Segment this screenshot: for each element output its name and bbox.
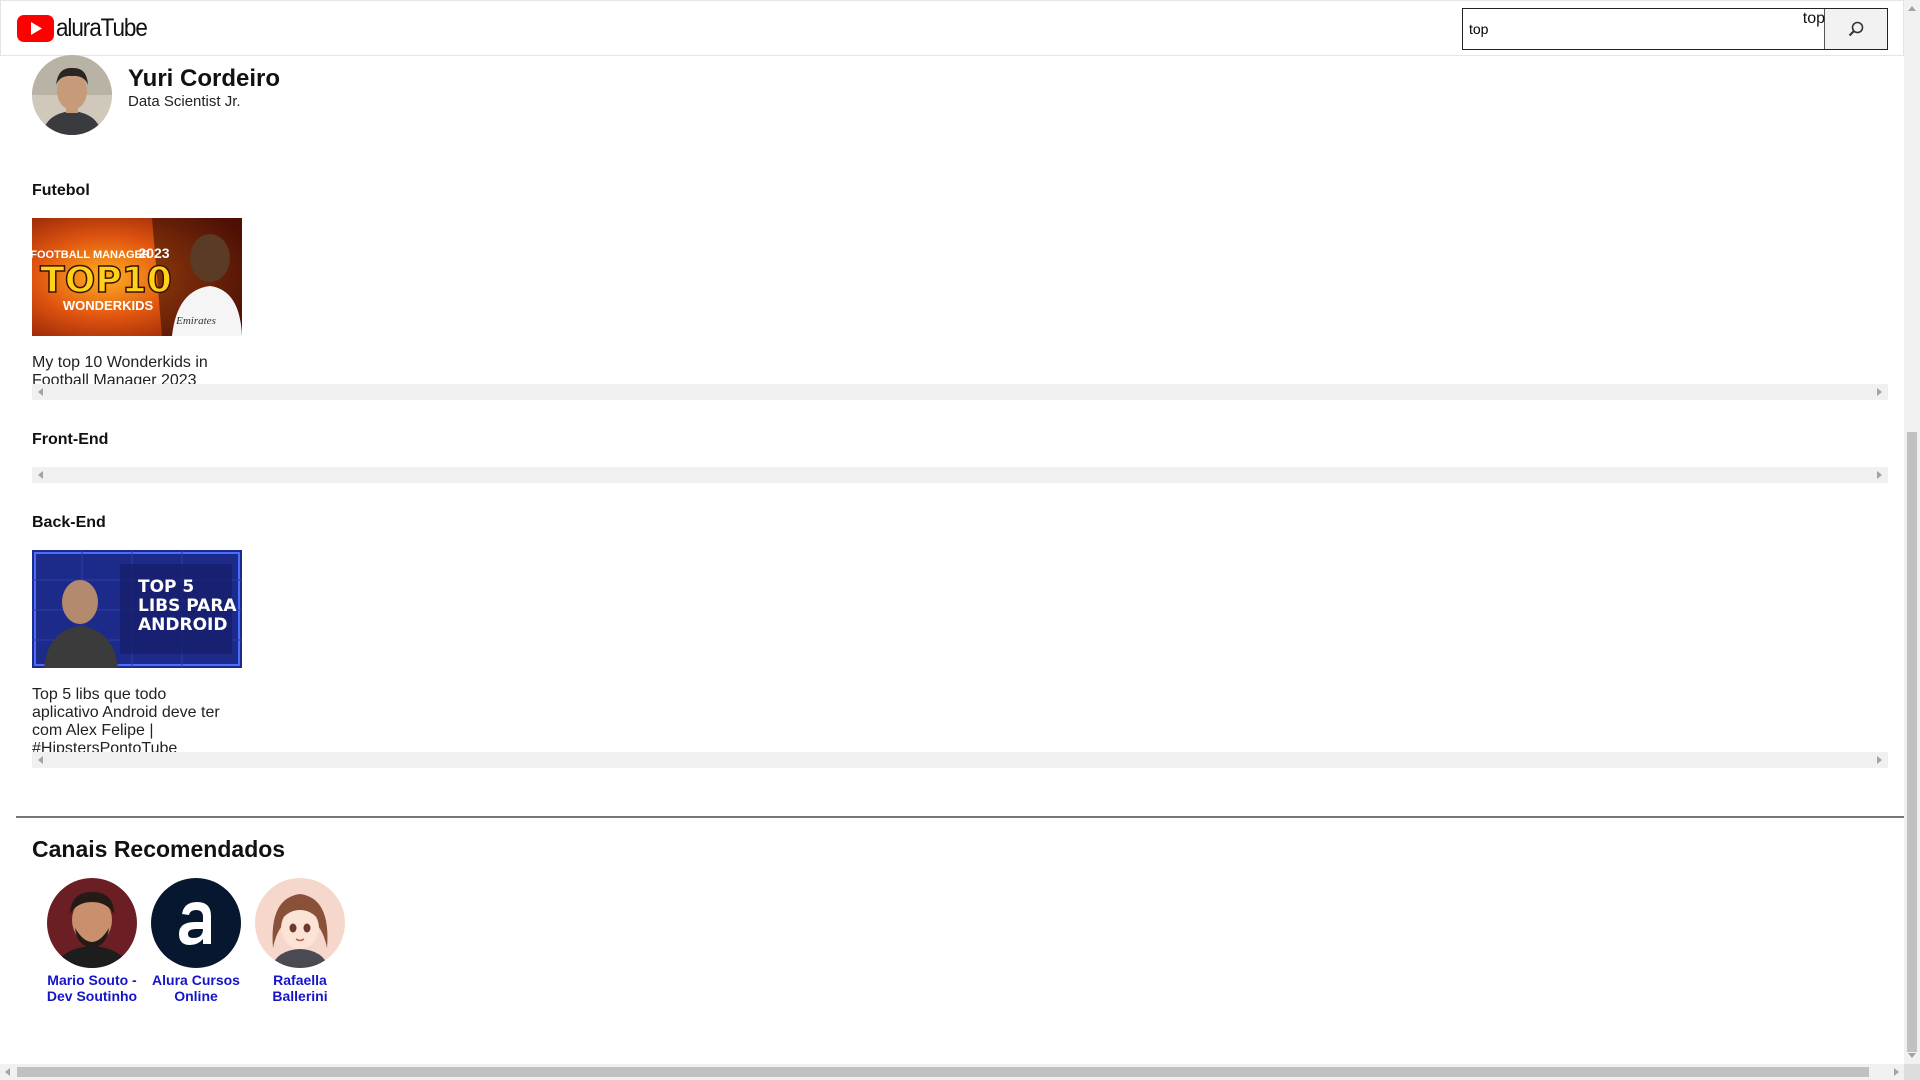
scroll-up-arrow[interactable] <box>1908 6 1916 11</box>
playlist-futebol: Futebol FOOTBALL MANAGER 2023 TOP10 WOND… <box>32 182 1888 402</box>
youtube-play-icon <box>17 15 54 42</box>
channel-card[interactable]: Alura Cursos Online <box>144 878 248 1004</box>
channel-name[interactable]: Alura Cursos Online <box>144 972 248 1004</box>
thumb-sub-text: WONDERKIDS <box>63 298 154 313</box>
scroll-down-arrow[interactable] <box>1908 1053 1916 1058</box>
logo-text: aluraTube <box>56 14 148 42</box>
thumb-line3-text: ANDROID <box>138 615 227 635</box>
channel-name[interactable]: Mario Souto - Dev Soutinho <box>40 972 144 1004</box>
search-button[interactable] <box>1824 9 1887 49</box>
channel-avatar[interactable] <box>47 878 137 968</box>
logo[interactable]: aluraTube <box>17 14 157 43</box>
playlist-back-end: Back-End TOP 5 LIBS PARA ANDROID Top 5 l… <box>32 514 1888 774</box>
thumb-sponsor-text: Emirates <box>175 315 216 327</box>
channel-avatar[interactable] <box>151 878 241 968</box>
channel-avatar[interactable] <box>255 878 345 968</box>
scroll-left-arrow[interactable] <box>38 388 43 396</box>
playlist-title: Front-End <box>32 431 109 448</box>
profile-job: Data Scientist Jr. <box>128 93 241 110</box>
video-title[interactable]: Top 5 libs que todo aplicativo Android d… <box>32 686 232 758</box>
scroll-left-arrow[interactable] <box>5 1068 10 1076</box>
channel-card[interactable]: Rafaella Ballerini <box>248 878 352 1004</box>
channel-card[interactable]: Mario Souto - Dev Soutinho <box>40 878 144 1004</box>
thumb-line1-text: TOP 5 <box>138 577 194 597</box>
horizontal-scrollbar[interactable] <box>32 384 1888 400</box>
playlist-title: Back-End <box>32 514 106 531</box>
search-bar: top <box>1462 8 1888 50</box>
recommended-channels-title: Canais Recomendados <box>32 836 286 862</box>
video-card[interactable]: FOOTBALL MANAGER 2023 TOP10 WONDERKIDS E… <box>32 218 243 390</box>
scroll-right-arrow[interactable] <box>1877 471 1882 479</box>
scroll-left-arrow[interactable] <box>38 756 43 764</box>
scrollbar-corner <box>1904 1064 1920 1080</box>
video-thumbnail[interactable]: FOOTBALL MANAGER 2023 TOP10 WONDERKIDS E… <box>32 218 242 336</box>
vertical-scroll-thumb[interactable] <box>1907 432 1917 1052</box>
thumb-year-text: 2023 <box>138 245 169 261</box>
scroll-right-arrow[interactable] <box>1877 388 1882 396</box>
profile-header: Yuri Cordeiro Data Scientist Jr. <box>32 55 280 135</box>
horizontal-scrollbar[interactable] <box>32 752 1888 768</box>
playlist-front-end: Front-End <box>32 431 1888 487</box>
section-divider <box>16 816 1904 818</box>
scroll-left-arrow[interactable] <box>38 471 43 479</box>
profile-name: Yuri Cordeiro <box>128 65 281 92</box>
page-vertical-scrollbar[interactable] <box>1904 0 1920 1064</box>
scroll-right-arrow[interactable] <box>1894 1068 1899 1076</box>
page-horizontal-scrollbar[interactable] <box>0 1064 1904 1080</box>
horizontal-scroll-thumb[interactable] <box>17 1067 1869 1077</box>
scroll-right-arrow[interactable] <box>1877 756 1882 764</box>
thumb-line2-text: LIBS PARA <box>138 596 237 616</box>
profile-avatar <box>32 55 112 135</box>
search-input[interactable] <box>1463 9 1824 49</box>
search-echo-text: top <box>1802 10 1825 27</box>
video-thumbnail[interactable]: TOP 5 LIBS PARA ANDROID <box>32 550 242 668</box>
channel-name[interactable]: Rafaella Ballerini <box>248 972 352 1004</box>
top-menu: aluraTube top <box>0 0 1904 56</box>
horizontal-scrollbar[interactable] <box>32 467 1888 483</box>
search-icon <box>1848 21 1864 37</box>
video-card[interactable]: TOP 5 LIBS PARA ANDROID Top 5 libs que t… <box>32 550 243 758</box>
thumb-headline-text: TOP10 <box>40 260 172 301</box>
playlist-title: Futebol <box>32 182 90 199</box>
